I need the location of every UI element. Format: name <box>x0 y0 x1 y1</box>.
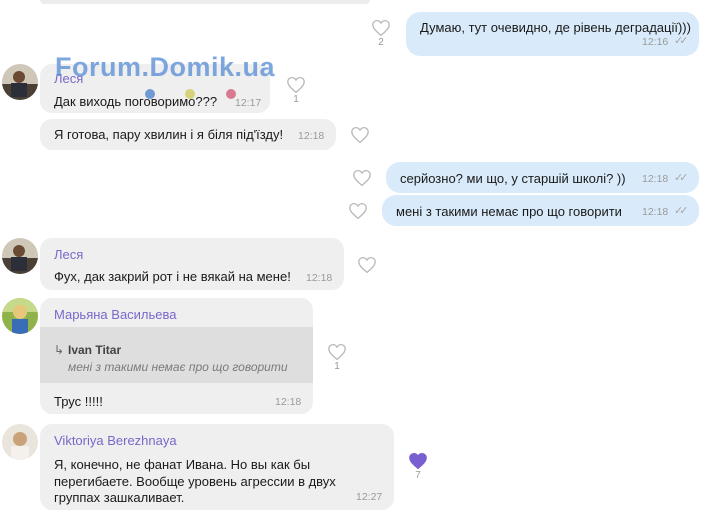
like-heart-icon[interactable] <box>371 19 391 37</box>
message-text: Фух, дак закрий рот і не вякай на мене! <box>54 269 291 284</box>
sender-name[interactable]: Марьяна Васильева <box>54 307 177 322</box>
message-text-line: Я, конечно, не фанат Ивана. Но вы как бы <box>54 457 311 472</box>
avatar[interactable] <box>2 238 38 274</box>
read-ticks-icon: ✓✓ <box>674 35 689 47</box>
message-time: 12:18 <box>642 173 669 185</box>
message-text: Думаю, тут очевидно, де рівень деградаці… <box>420 20 691 35</box>
outgoing-message-bubble[interactable]: Думаю, тут очевидно, де рівень деградаці… <box>406 12 699 56</box>
quoted-text: мені з такими немає про що говорити <box>68 360 288 374</box>
liked-heart-icon[interactable] <box>408 452 428 470</box>
outgoing-message-bubble[interactable]: серйозно? ми що, у старшій школі? )) 12:… <box>386 162 699 193</box>
avatar[interactable] <box>2 64 38 100</box>
watermark-dot-blue <box>145 89 155 99</box>
message-text-line: перегибаете. Вообще уровень агрессии в д… <box>54 474 336 489</box>
like-heart-icon[interactable] <box>348 202 368 220</box>
outgoing-message-bubble[interactable]: мені з такими немає про що говорити 12:1… <box>382 195 699 226</box>
message-time: 12:17 <box>235 97 262 109</box>
like-count: 2 <box>378 37 384 48</box>
quoted-sender-name: Ivan Titar <box>68 343 122 357</box>
read-ticks-icon: ✓✓ <box>674 205 689 217</box>
reply-arrow-icon: ↳ <box>54 343 65 357</box>
like-heart-icon[interactable] <box>357 256 377 274</box>
previous-message-edge <box>40 0 370 4</box>
message-time: 12:18 <box>306 272 333 284</box>
like-heart-icon[interactable] <box>350 126 370 144</box>
avatar[interactable] <box>2 424 38 460</box>
incoming-message-bubble[interactable]: Viktoriya Berezhnaya Я, конечно, не фана… <box>40 424 394 510</box>
like-count: 1 <box>334 361 340 372</box>
incoming-message-bubble[interactable]: Марьяна Васильева ↳ Ivan Titar мені з та… <box>40 298 313 414</box>
message-text: мені з такими немає про що говорити <box>396 204 622 219</box>
message-text-line: группах зашкаливает. <box>54 490 185 505</box>
watermark-dot-yellow <box>185 89 195 99</box>
read-ticks-icon: ✓✓ <box>674 172 689 184</box>
message-time: 12:18 <box>642 206 669 218</box>
message-time: 12:18 <box>275 396 302 408</box>
sender-name[interactable]: Леся <box>54 247 83 262</box>
quoted-message[interactable]: ↳ Ivan Titar мені з такими немає про що … <box>40 327 313 383</box>
like-count: 1 <box>293 94 299 105</box>
like-heart-icon[interactable] <box>352 169 372 187</box>
message-text: Я готова, пару хвилин і я біля під'їзду! <box>54 127 284 142</box>
sender-name[interactable]: Viktoriya Berezhnaya <box>54 433 177 448</box>
avatar[interactable] <box>2 298 38 334</box>
message-text: Трус !!!!! <box>54 394 103 409</box>
message-text: серйозно? ми що, у старшій школі? )) <box>400 171 626 186</box>
like-heart-icon[interactable] <box>327 343 347 361</box>
incoming-message-bubble[interactable]: Я готова, пару хвилин і я біля під'їзду!… <box>40 119 336 150</box>
message-time: 12:27 <box>356 491 383 503</box>
watermark-dot-pink <box>226 89 236 99</box>
incoming-message-bubble[interactable]: Леся Фух, дак закрий рот і не вякай на м… <box>40 238 344 290</box>
like-count: 7 <box>415 470 421 481</box>
message-time: 12:18 <box>298 130 325 142</box>
message-time: 12:16 <box>642 36 669 48</box>
like-heart-icon[interactable] <box>286 76 306 94</box>
watermark-logo: Forum.Domik.ua <box>55 52 276 82</box>
